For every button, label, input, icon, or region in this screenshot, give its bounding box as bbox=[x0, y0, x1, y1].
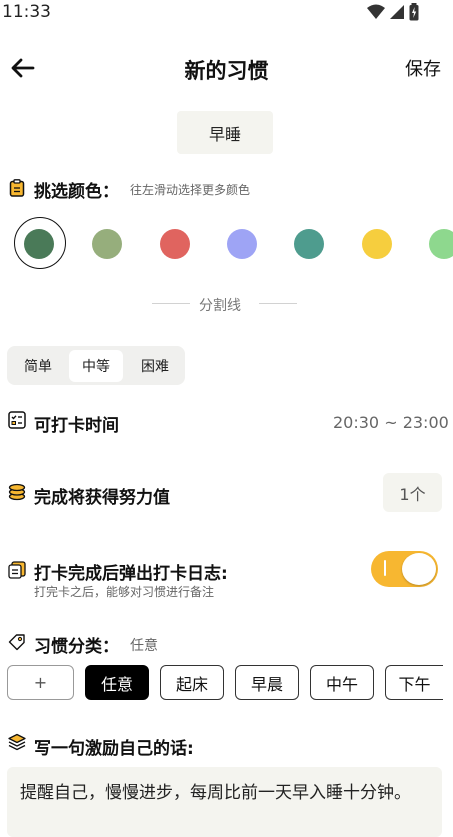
difficulty-medium[interactable]: 中等 bbox=[69, 350, 123, 382]
wifi-icon bbox=[367, 4, 385, 19]
page-title: 新的习惯 bbox=[184, 59, 269, 83]
color-swatch-5[interactable] bbox=[362, 229, 392, 259]
category-chip-noon[interactable]: 中午 bbox=[310, 665, 374, 700]
clipboard-icon bbox=[9, 179, 25, 197]
divider-line-left bbox=[152, 303, 190, 304]
toggle-knob[interactable] bbox=[402, 553, 436, 585]
color-swatch-0[interactable] bbox=[24, 229, 54, 259]
toggle-on-mark bbox=[384, 560, 386, 576]
color-hint: 往左滑动选择更多颜色 bbox=[130, 183, 251, 197]
save-button[interactable]: 保存 bbox=[405, 55, 441, 81]
color-swatch-6[interactable] bbox=[429, 229, 453, 259]
category-label: 习惯分类： bbox=[34, 637, 119, 657]
status-icons bbox=[367, 3, 419, 21]
difficulty-hard[interactable]: 困难 bbox=[129, 350, 181, 382]
divider-label: 分割线 bbox=[199, 298, 241, 314]
color-swatch-2[interactable] bbox=[160, 229, 190, 259]
color-swatch-1[interactable] bbox=[92, 229, 122, 259]
color-swatch-4[interactable] bbox=[294, 229, 324, 259]
checkin-time-label: 可打卡时间 bbox=[34, 416, 119, 436]
motto-label: 写一句激励自己的话: bbox=[34, 739, 194, 759]
log-popup-hint: 打完卡之后，能够对习惯进行备注 bbox=[34, 585, 215, 599]
divider-line-right bbox=[259, 303, 297, 304]
coins-icon bbox=[8, 483, 26, 501]
log-popup-label: 打卡完成后弹出打卡日志: bbox=[34, 564, 228, 584]
difficulty-easy[interactable]: 简单 bbox=[12, 350, 64, 382]
category-chip-afternoon[interactable]: 下午 bbox=[385, 665, 443, 700]
habit-name-field[interactable]: 早睡 bbox=[177, 111, 273, 154]
category-chip-morning[interactable]: 早晨 bbox=[235, 665, 299, 700]
checkin-time-value[interactable]: 20:30 ~ 23:00 bbox=[333, 413, 449, 432]
battery-icon bbox=[409, 3, 419, 21]
add-category-button[interactable]: + bbox=[7, 665, 74, 700]
effort-count-field[interactable]: 1个 bbox=[383, 473, 442, 512]
color-swatch-3[interactable] bbox=[227, 229, 257, 259]
category-current: 任意 bbox=[130, 638, 158, 654]
category-chip-any[interactable]: 任意 bbox=[85, 665, 149, 700]
effort-label: 完成将获得努力值 bbox=[34, 488, 170, 508]
status-time: 11:33 bbox=[2, 2, 51, 22]
signal-icon bbox=[390, 5, 404, 19]
category-chip-wakeup[interactable]: 起床 bbox=[160, 665, 224, 700]
motto-text[interactable]: 提醒自己，慢慢进步，每周比前一天早入睡十分钟。 bbox=[20, 781, 420, 805]
notes-icon bbox=[8, 561, 26, 579]
tag-icon bbox=[8, 634, 25, 651]
layers-icon bbox=[8, 733, 26, 751]
color-section-label: 挑选颜色： bbox=[34, 182, 119, 202]
checklist-icon bbox=[8, 411, 26, 429]
